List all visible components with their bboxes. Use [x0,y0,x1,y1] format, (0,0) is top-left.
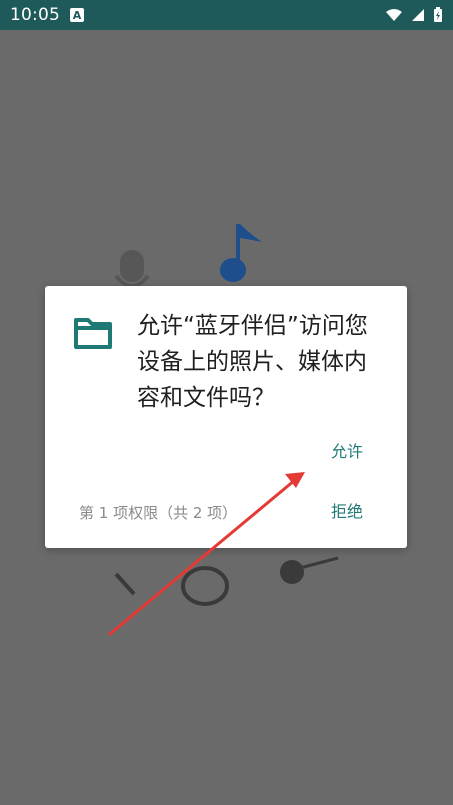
drum-icon [181,566,229,606]
notification-icon: A [70,8,84,22]
permission-dialog: 允许“蓝牙伴侣”访问您设备上的照片、媒体内容和文件吗？ 允许 第 1 项权限（共… [45,286,407,548]
dialog-message: 允许“蓝牙伴侣”访问您设备上的照片、媒体内容和文件吗？ [137,313,368,411]
music-note-icon [220,224,262,282]
permission-count: 第 1 项权限（共 2 项） [79,504,238,522]
status-time: 10:05 [10,5,60,25]
status-bar: 10:05 A [0,0,453,30]
drumstick-icon [114,572,136,596]
wifi-icon [386,9,402,21]
allow-button[interactable]: 允许 [321,438,373,466]
battery-charging-icon [434,7,442,22]
status-left: 10:05 A [10,5,84,25]
signal-icon [412,9,424,21]
guitar-icon [280,556,339,584]
folder-icon [74,318,112,349]
deny-button[interactable]: 拒绝 [321,498,373,526]
status-right [385,7,443,23]
